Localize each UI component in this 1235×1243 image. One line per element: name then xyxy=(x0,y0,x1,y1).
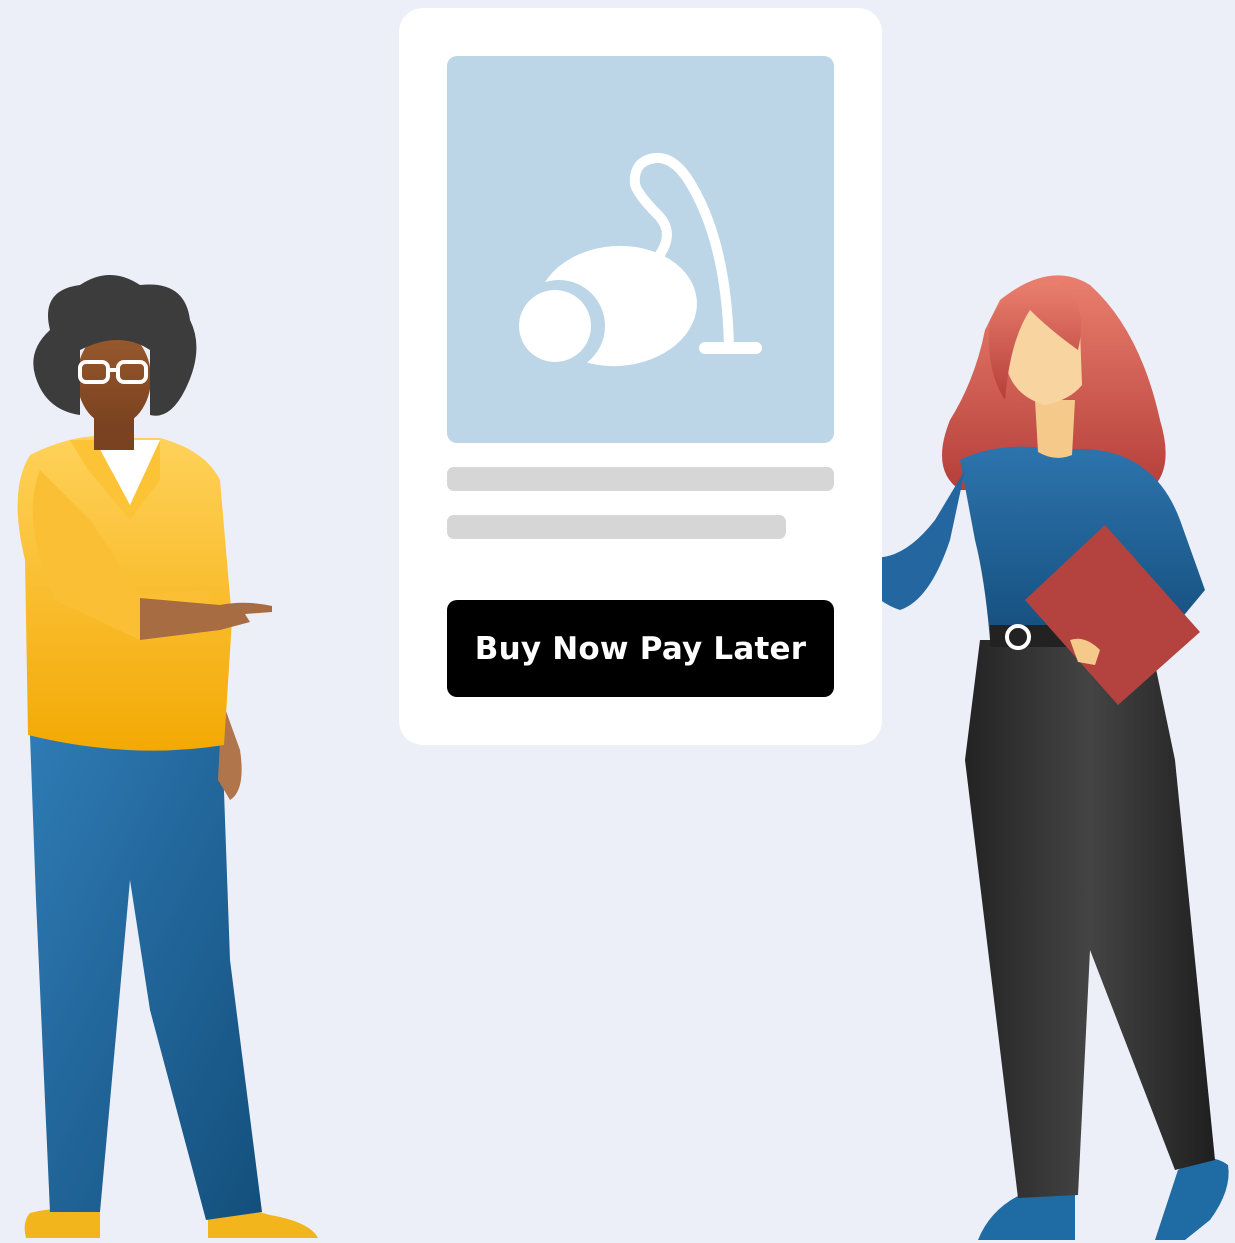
text-placeholder-line xyxy=(447,467,834,491)
product-image[interactable] xyxy=(447,56,834,443)
vacuum-cleaner-icon xyxy=(513,152,762,372)
buy-now-pay-later-button[interactable]: Buy Now Pay Later xyxy=(447,600,834,697)
left-person-figure xyxy=(17,275,318,1238)
text-placeholder-line xyxy=(447,515,786,539)
product-card: Buy Now Pay Later xyxy=(399,8,882,745)
